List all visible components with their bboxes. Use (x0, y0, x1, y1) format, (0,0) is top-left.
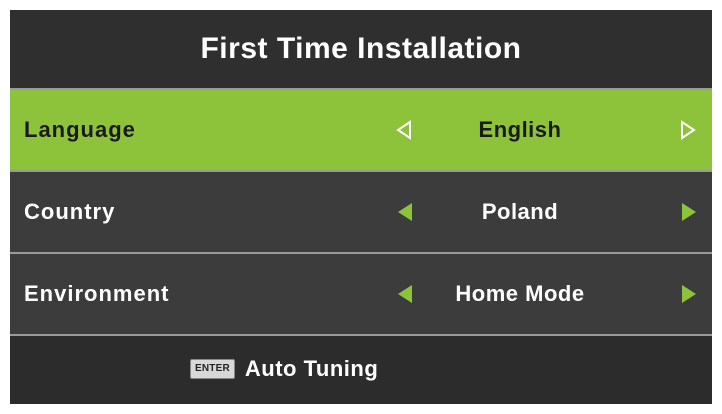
triangle-right-icon[interactable] (682, 203, 696, 221)
setting-row-environment[interactable]: Environment Home Mode (10, 254, 712, 336)
auto-tuning-action[interactable]: Auto Tuning (245, 356, 378, 382)
setting-value-country: Poland (481, 199, 559, 224)
setting-row-country[interactable]: Country Poland (10, 172, 712, 254)
triangle-right-icon[interactable] (680, 120, 696, 140)
setting-label-language: Language (24, 117, 136, 142)
triangle-right-icon[interactable] (682, 285, 696, 303)
setting-label-environment: Environment (24, 281, 170, 306)
triangle-left-icon[interactable] (396, 120, 412, 140)
triangle-left-icon[interactable] (398, 285, 412, 303)
enter-key-icon: ENTER (190, 359, 235, 379)
first-time-installation-dialog: First Time Installation Language English… (10, 10, 712, 404)
dialog-title: First Time Installation (200, 32, 522, 65)
setting-value-environment: Home Mode (455, 281, 585, 306)
triangle-left-icon[interactable] (398, 203, 412, 221)
setting-label-country: Country (24, 199, 116, 224)
title-bar: First Time Installation (10, 10, 712, 90)
setting-value-language: English (478, 117, 562, 142)
setting-row-language[interactable]: Language English (10, 90, 712, 172)
footer-bar: ENTER Auto Tuning (10, 336, 712, 402)
